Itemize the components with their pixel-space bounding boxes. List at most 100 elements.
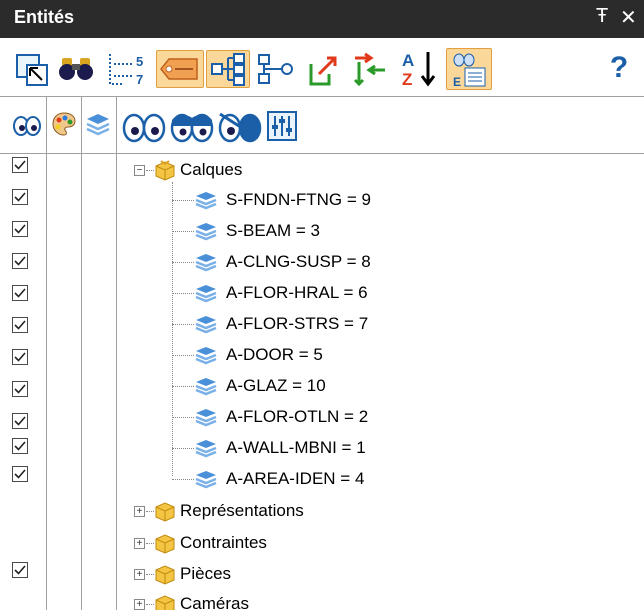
collapse-toggle[interactable]: − xyxy=(134,165,145,176)
tree-node-layer[interactable]: A-AREA-IDEN = 4 xyxy=(128,467,448,491)
layer-checkbox[interactable] xyxy=(12,285,28,301)
tree-node-label: A-GLAZ = 10 xyxy=(226,376,326,395)
layer-checkbox[interactable] xyxy=(12,466,28,482)
tree-node-layer[interactable]: A-CLNG-SUSP = 8 xyxy=(128,250,448,274)
toolbar-divider xyxy=(0,96,644,97)
help-tool[interactable]: ? xyxy=(604,48,634,88)
layer-checkbox[interactable] xyxy=(12,349,28,365)
tree-flat-tool[interactable] xyxy=(254,50,296,88)
layer-checkbox[interactable] xyxy=(12,253,28,269)
find-tool[interactable] xyxy=(58,52,98,86)
layer-icon xyxy=(195,285,217,303)
layer-checkbox[interactable] xyxy=(12,413,28,429)
tree-node-label: A-FLOR-OTLN = 2 xyxy=(226,407,369,426)
tree-connector xyxy=(146,574,154,575)
tree-node-label: S-BEAM = 3 xyxy=(226,221,321,240)
tree-connector xyxy=(146,170,154,171)
tree-node-label: Calques xyxy=(180,160,243,179)
layer-icon xyxy=(195,223,217,241)
layer-icon xyxy=(195,347,217,365)
layer-checkbox[interactable] xyxy=(12,381,28,397)
tree-connector xyxy=(146,543,154,544)
export-tool[interactable] xyxy=(304,50,344,88)
tree-node-calques[interactable]: − Calques xyxy=(128,158,428,182)
tree-node-cameras[interactable]: + Caméras xyxy=(128,592,428,610)
svg-text:5: 5 xyxy=(136,54,143,69)
expand-toggle[interactable]: + xyxy=(134,599,145,610)
tree-hierarchy-icon xyxy=(211,53,245,86)
svg-text:7: 7 xyxy=(136,72,143,87)
column-divider-3 xyxy=(116,96,117,610)
binoculars-icon xyxy=(59,58,93,80)
export-arrow-icon xyxy=(309,56,337,86)
settings-tool[interactable] xyxy=(264,108,300,144)
tree-node-label: A-AREA-IDEN = 4 xyxy=(226,469,365,488)
layer-checkbox[interactable] xyxy=(12,157,28,173)
folder-box-icon xyxy=(155,160,175,181)
tree-node-contraintes[interactable]: + Contraintes xyxy=(128,531,428,555)
tree-connector xyxy=(146,604,154,605)
color-column-icon xyxy=(52,112,76,136)
move-tool[interactable] xyxy=(350,50,390,88)
tree-node-layer[interactable]: A-FLOR-OTLN = 2 xyxy=(128,405,448,429)
pin-button[interactable]: Ŧ xyxy=(596,5,608,28)
tag-tool[interactable] xyxy=(156,50,204,88)
svg-text:A: A xyxy=(402,51,414,70)
expand-toggle[interactable]: + xyxy=(134,538,145,549)
layer-checkbox[interactable] xyxy=(12,317,28,333)
select-entity-tool[interactable] xyxy=(14,52,50,88)
layer-checkbox[interactable] xyxy=(12,189,28,205)
group-checkbox-pieces[interactable] xyxy=(12,562,28,578)
tree-node-label: Pièces xyxy=(180,564,232,583)
tree-node-layer[interactable]: A-FLOR-HRAL = 6 xyxy=(128,281,448,305)
select-arrow-icon xyxy=(16,54,48,86)
layer-icon xyxy=(195,192,217,210)
tree-node-pieces[interactable]: + Pièces xyxy=(128,562,428,586)
show-all-tool[interactable] xyxy=(122,106,166,146)
tree-connector xyxy=(172,479,194,480)
invert-visibility-tool[interactable] xyxy=(218,106,262,146)
layer-checkbox[interactable] xyxy=(12,221,28,237)
tree-node-layer[interactable]: S-BEAM = 3 xyxy=(128,219,448,243)
layer-icon xyxy=(195,254,217,272)
tree-connector xyxy=(172,417,194,418)
tag-icon xyxy=(160,58,198,80)
count-tool[interactable]: 5 7 xyxy=(106,50,150,88)
panel-title: Entités xyxy=(14,7,75,27)
tree-node-layer[interactable]: A-DOOR = 5 xyxy=(128,343,448,367)
tree-view-tool[interactable] xyxy=(206,50,250,88)
expand-toggle[interactable]: + xyxy=(134,506,145,517)
tree-connector xyxy=(172,262,194,263)
close-button[interactable]: ✕ xyxy=(620,5,637,30)
layer-checkbox[interactable] xyxy=(12,438,28,454)
sliders-icon xyxy=(267,111,297,141)
tree-node-layer[interactable]: A-FLOR-STRS = 7 xyxy=(128,312,448,336)
tree-node-layer[interactable]: S-FNDN-FTNG = 9 xyxy=(128,188,448,212)
expand-toggle[interactable]: + xyxy=(134,569,145,580)
eyes-open-icon xyxy=(122,113,166,143)
move-arrows-icon xyxy=(353,52,385,86)
sort-az-icon: A Z xyxy=(402,51,436,88)
color-column-header[interactable] xyxy=(50,110,78,138)
svg-text:Z: Z xyxy=(402,70,412,88)
folder-box-icon xyxy=(155,565,175,585)
tree-connector xyxy=(172,448,194,449)
header-divider xyxy=(0,153,644,154)
layer-list-icon: E xyxy=(453,53,486,88)
hide-all-tool[interactable] xyxy=(170,106,214,146)
layer-list-tool[interactable]: E xyxy=(446,48,492,90)
tree-node-layer[interactable]: A-WALL-MBNI = 1 xyxy=(128,436,448,460)
numbered-list-icon: 5 7 xyxy=(109,54,143,87)
tree-node-representations[interactable]: + Représentations xyxy=(128,499,428,523)
sort-az-tool[interactable]: A Z xyxy=(398,48,438,88)
folder-box-icon xyxy=(155,534,175,554)
tree-node-layer[interactable]: A-GLAZ = 10 xyxy=(128,374,448,398)
main-toolbar: 5 7 A Z E ? xyxy=(0,38,644,96)
layer-icon xyxy=(195,378,217,396)
visibility-column-icon xyxy=(13,116,41,136)
tree-connector xyxy=(172,324,194,325)
visibility-column-header[interactable] xyxy=(10,112,44,140)
layer-icon xyxy=(195,440,217,458)
tree-node-label: A-FLOR-STRS = 7 xyxy=(226,314,369,333)
layer-column-header[interactable] xyxy=(84,110,112,138)
